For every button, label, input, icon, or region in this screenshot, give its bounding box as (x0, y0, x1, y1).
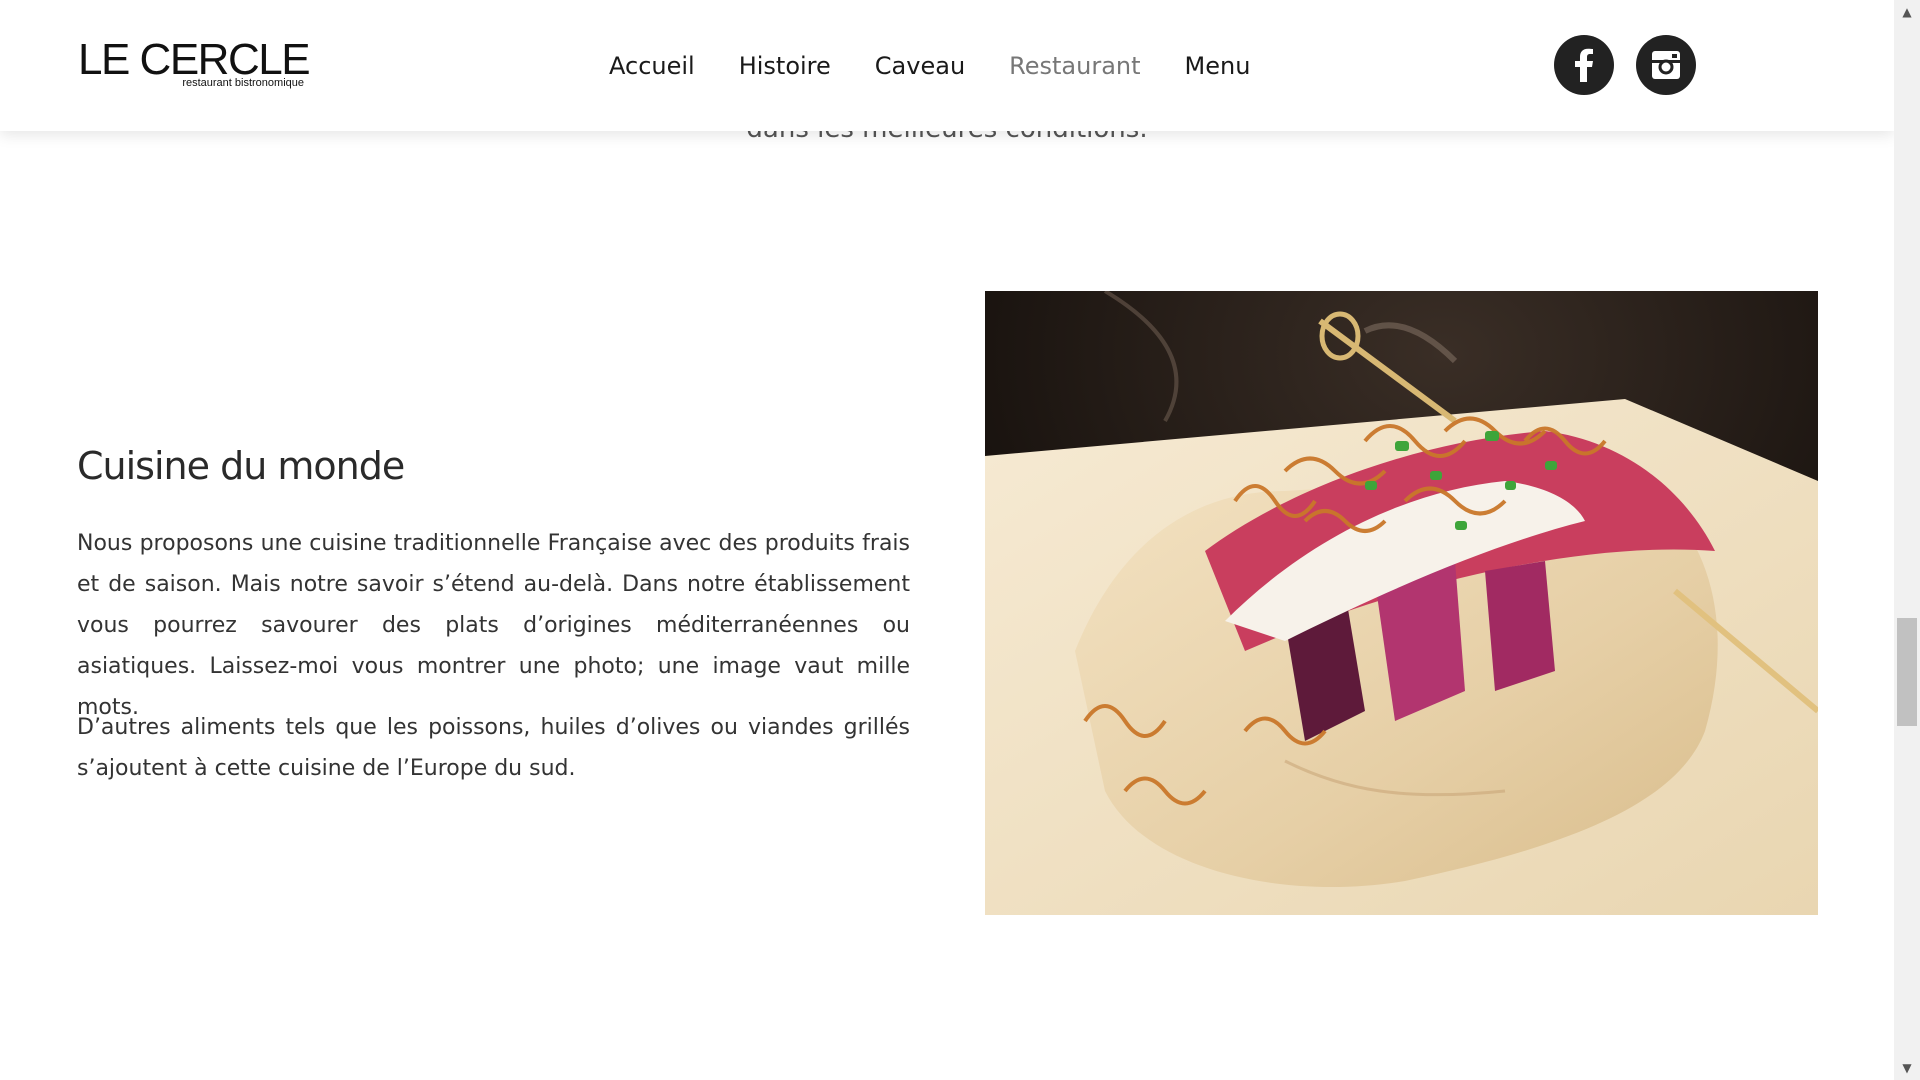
scrollbar-thumb[interactable] (1897, 618, 1917, 726)
nav-item-menu[interactable]: Menu (1185, 48, 1251, 84)
logo-subtitle: restaurant bistronomique (182, 77, 304, 89)
nav-item-caveau[interactable]: Caveau (875, 48, 965, 84)
site-header: LE CERCLE restaurant bistronomique Accue… (0, 0, 1894, 131)
instagram-link[interactable] (1636, 35, 1696, 95)
site-logo[interactable]: LE CERCLE restaurant bistronomique (78, 35, 311, 90)
nav-item-accueil[interactable]: Accueil (609, 48, 695, 84)
scroll-down-arrow-icon[interactable]: ▼ (1894, 1058, 1920, 1078)
section-paragraph-1: Nous proposons une cuisine traditionnell… (77, 531, 910, 720)
facebook-link[interactable] (1554, 35, 1614, 95)
facebook-icon (1575, 48, 1593, 82)
main-nav: Accueil Histoire Caveau Restaurant Menu (609, 48, 1294, 84)
section-title: Cuisine du monde (77, 444, 405, 488)
taco-illustration (985, 291, 1818, 915)
instagram-icon (1652, 51, 1680, 79)
logo-title: LE CERCLE (78, 35, 311, 84)
page-scrollbar[interactable]: ▲ ▼ (1894, 0, 1920, 1080)
taco-photo (985, 291, 1818, 915)
scroll-up-arrow-icon[interactable]: ▲ (1894, 2, 1920, 22)
nav-item-histoire[interactable]: Histoire (739, 48, 831, 84)
section-paragraph-2: D’autres aliments tels que les poissons,… (77, 715, 910, 781)
page: dans les meilleures conditions. LE CERCL… (0, 0, 1920, 1080)
nav-item-restaurant[interactable]: Restaurant (1009, 48, 1140, 84)
